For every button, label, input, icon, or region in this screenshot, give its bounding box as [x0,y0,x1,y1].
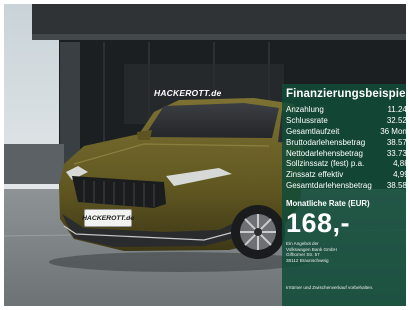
row-value: 4,88 % [393,159,406,169]
row-nominal-rate: Sollzinssatz (fest) p.a. 4,88 % [286,159,406,170]
row-deposit: Anzahlung 11.245 € [286,105,406,116]
row-label: Anzahlung [286,105,324,114]
financing-rows: Anzahlung 11.245 € Schlussrate 32.526 € Ge… [286,105,406,192]
row-value: 38.589 € [386,181,406,191]
dealer-sign: HACKEROTT.de [154,88,222,98]
financing-panel: Finanzierungsbeispiel Anzahlung 11.245 € … [282,84,406,306]
lender-info: Ein Angebot der Volkswagen Bank GmbH Gif… [286,241,406,263]
row-final-payment: Schlussrate 32.526 € [286,116,406,127]
monthly-rate-value: 168,- [286,208,351,239]
row-value: 33.735 € [386,148,406,158]
row-value: 11.245 € [387,105,406,114]
disclaimer: Irrtümer und Zwischenverkauf vorbehalten… [286,285,374,290]
listing-photo: HACKEROTT.de HACKEROTT.de Finanzierungsb… [4,4,406,306]
license-plate: HACKEROTT.de [82,209,134,227]
row-net-loan: Nettodarlehensbetrag 33.735 € [286,149,406,160]
row-total-loan: Gesamtdarlehensbetrag 38.589 € [286,181,406,192]
panel-title: Finanzierungsbeispiel [286,88,406,100]
row-effective-rate: Zinssatz effektiv 4,99 % [286,170,406,181]
row-value: 36 Monate [380,126,406,136]
row-label: Sollzinssatz (fest) p.a. [286,159,365,169]
row-gross-loan: Bruttodarlehensbetrag 38.574 € [286,138,406,149]
row-term: Gesamtlaufzeit 36 Monate [286,127,406,138]
lender-line: 38112 Braunschweig [286,257,329,263]
row-label: Gesamtlaufzeit [286,126,340,136]
row-label: Zinssatz effektiv [286,170,344,180]
row-label: Gesamtdarlehensbetrag [286,181,372,191]
monthly-rate-label: Monatliche Rate (EUR) [286,199,370,209]
row-label: Schlussrate [286,115,328,125]
row-label: Bruttodarlehensbetrag [286,137,366,147]
row-value: 32.526 € [386,115,406,125]
row-label: Nettodarlehensbetrag [286,148,363,158]
row-value: 4,99 % [393,170,406,180]
row-value: 38.574 € [386,137,406,147]
